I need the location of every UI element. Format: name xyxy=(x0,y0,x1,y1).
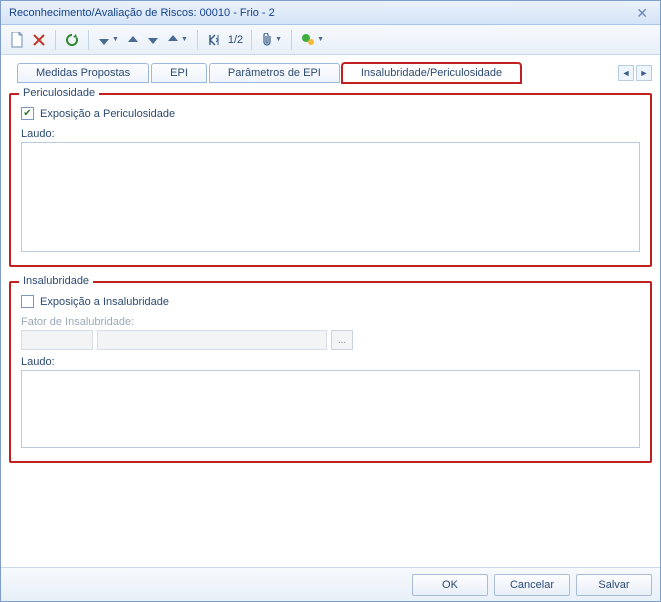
expo-insalubridade-row: Exposição a Insalubridade xyxy=(21,295,640,308)
ok-button[interactable]: OK xyxy=(412,574,488,596)
action-icon[interactable]: ▼ xyxy=(298,29,327,51)
refresh-icon[interactable] xyxy=(62,29,82,51)
periculosidade-group: Periculosidade ✔ Exposição a Periculosid… xyxy=(9,93,652,267)
titlebar: Reconhecimento/Avaliação de Riscos: 0001… xyxy=(1,1,660,25)
insalubridade-laudo-input[interactable] xyxy=(21,370,640,448)
tab-nav: ◄ ► xyxy=(618,65,652,83)
save-button[interactable]: Salvar xyxy=(576,574,652,596)
dropdown-arrow-icon: ▼ xyxy=(317,36,324,43)
dialog-window: Reconhecimento/Avaliação de Riscos: 0001… xyxy=(0,0,661,602)
fator-desc-input[interactable] xyxy=(97,330,327,350)
attachment-icon[interactable]: ▼ xyxy=(258,29,285,51)
dropdown-arrow-icon: ▼ xyxy=(181,36,188,43)
first-record-icon[interactable]: ▼ xyxy=(95,29,122,51)
periculosidade-laudo-label: Laudo: xyxy=(21,128,640,140)
expo-periculosidade-row: ✔ Exposição a Periculosidade xyxy=(21,107,640,120)
close-icon[interactable]: ✕ xyxy=(632,1,652,25)
find-icon[interactable] xyxy=(204,29,224,51)
tab-parametros-epi[interactable]: Parâmetros de EPI xyxy=(209,63,340,83)
tab-content: Periculosidade ✔ Exposição a Periculosid… xyxy=(1,83,660,567)
periculosidade-laudo-input[interactable] xyxy=(21,142,640,252)
expo-periculosidade-label: Exposição a Periculosidade xyxy=(40,108,175,120)
tab-medidas-propostas[interactable]: Medidas Propostas xyxy=(17,63,149,83)
fator-lookup-button[interactable]: ... xyxy=(331,330,353,350)
fator-insalubridade-inputs: ... xyxy=(21,330,640,350)
toolbar-separator xyxy=(55,30,56,50)
tab-strip: Medidas Propostas EPI Parâmetros de EPI … xyxy=(1,55,660,83)
tab-scroll-right-icon[interactable]: ► xyxy=(636,65,652,81)
periculosidade-legend: Periculosidade xyxy=(19,87,99,99)
record-pager: 1/2 xyxy=(226,34,245,46)
fator-insalubridade-label: Fator de Insalubridade: xyxy=(21,316,640,328)
next-record-icon[interactable] xyxy=(144,29,162,51)
expo-insalubridade-label: Exposição a Insalubridade xyxy=(40,296,169,308)
dropdown-arrow-icon: ▼ xyxy=(275,36,282,43)
toolbar-separator xyxy=(88,30,89,50)
delete-icon[interactable] xyxy=(29,29,49,51)
toolbar-separator xyxy=(251,30,252,50)
toolbar-separator xyxy=(197,30,198,50)
fator-code-input[interactable] xyxy=(21,330,93,350)
expo-insalubridade-checkbox[interactable] xyxy=(21,295,34,308)
insalubridade-legend: Insalubridade xyxy=(19,275,93,287)
dropdown-arrow-icon: ▼ xyxy=(112,36,119,43)
toolbar: ▼ ▼ 1/2 ▼ ▼ xyxy=(1,25,660,55)
expo-periculosidade-checkbox[interactable]: ✔ xyxy=(21,107,34,120)
window-title: Reconhecimento/Avaliação de Riscos: 0001… xyxy=(9,1,275,25)
tab-epi[interactable]: EPI xyxy=(151,63,207,83)
new-record-icon[interactable] xyxy=(7,29,27,51)
toolbar-separator xyxy=(291,30,292,50)
tab-scroll-left-icon[interactable]: ◄ xyxy=(618,65,634,81)
last-record-icon[interactable]: ▼ xyxy=(164,29,191,51)
cancel-button[interactable]: Cancelar xyxy=(494,574,570,596)
insalubridade-group: Insalubridade Exposição a Insalubridade … xyxy=(9,281,652,463)
insalubridade-laudo-label: Laudo: xyxy=(21,356,640,368)
tab-insalubridade-periculosidade[interactable]: Insalubridade/Periculosidade xyxy=(342,63,521,83)
dialog-footer: OK Cancelar Salvar xyxy=(1,567,660,601)
prev-record-icon[interactable] xyxy=(124,29,142,51)
